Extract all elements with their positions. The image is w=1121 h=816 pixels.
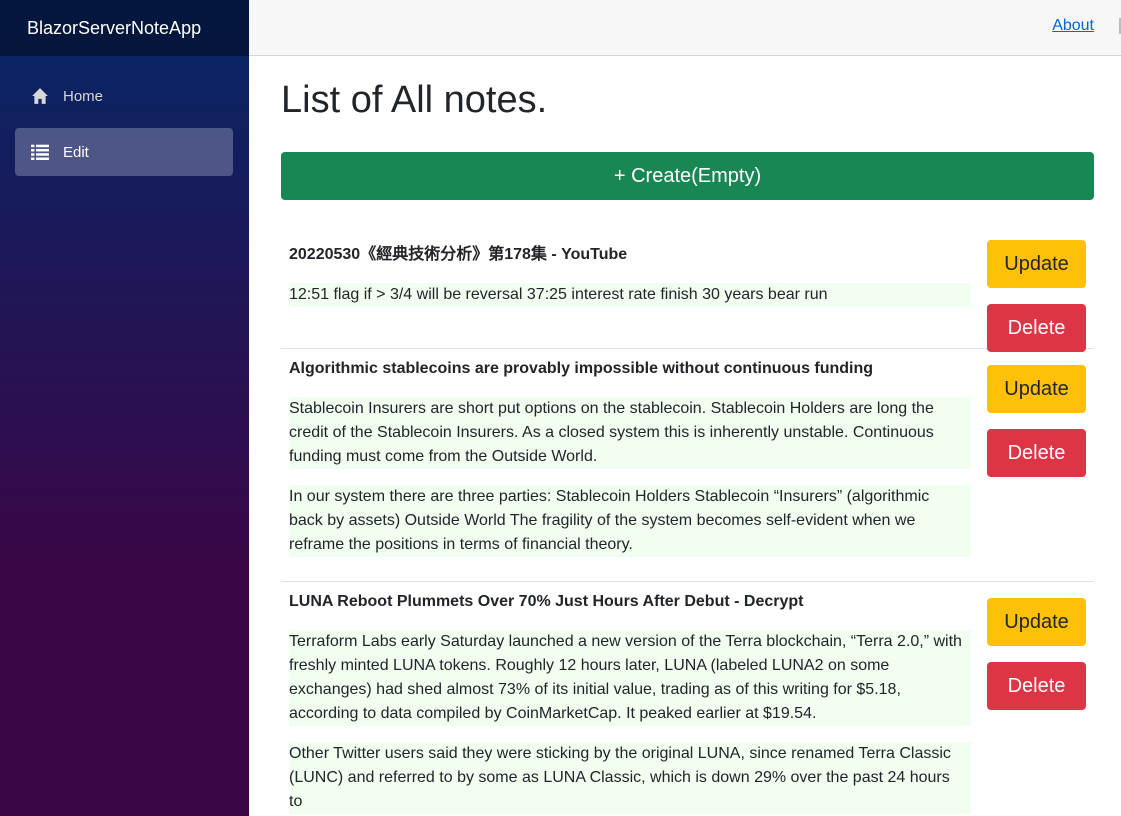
note-title: Algorithmic stablecoins are provably imp… [289,360,874,377]
nav-item-edit[interactable]: Edit [15,128,233,176]
update-button[interactable]: Update [987,598,1086,646]
note-card: Algorithmic stablecoins are provably imp… [281,349,1094,582]
note-paragraph: Stablecoin Insurers are short put option… [289,397,971,469]
top-row: About [249,0,1121,56]
app-brand[interactable]: BlazorServerNoteApp [27,18,201,39]
nav-item-home[interactable]: Home [15,72,233,120]
delete-button[interactable]: Delete [987,662,1086,710]
update-button[interactable]: Update [987,365,1086,413]
note-card: 20220530《經典技術分析》第178集 - YouTube 12:51 fl… [281,212,1094,352]
nav-item-label: Edit [63,143,89,161]
nav-item-label: Home [63,87,104,105]
note-body: 20220530《經典技術分析》第178集 - YouTube 12:51 fl… [281,243,971,307]
sidebar: BlazorServerNoteApp Home Edit [0,0,249,816]
note-paragraph: Other Twitter users said they were stick… [289,742,971,814]
note-body: LUNA Reboot Plummets Over 70% Just Hours… [281,590,971,814]
note-title: LUNA Reboot Plummets Over 70% Just Hours… [289,593,804,610]
note-paragraph: 12:51 flag if > 3/4 will be reversal 37:… [289,283,971,307]
note-paragraph: In our system there are three parties: S… [289,485,971,557]
note-paragraph: Terraform Labs early Saturday launched a… [289,630,971,726]
about-link[interactable]: About [1052,17,1094,35]
nav-menu: Home Edit [0,56,249,176]
page-title: List of All notes. [281,79,548,121]
home-icon [32,88,48,104]
note-title: 20220530《經典技術分析》第178集 - YouTube [289,246,628,263]
delete-button[interactable]: Delete [987,429,1086,477]
main-content: List of All notes. + Create(Empty) 20220… [281,56,1094,816]
update-button[interactable]: Update [987,240,1086,288]
brand-bar: BlazorServerNoteApp [0,0,249,56]
note-card: LUNA Reboot Plummets Over 70% Just Hours… [281,582,1094,816]
create-empty-button[interactable]: + Create(Empty) [281,152,1094,200]
list-icon [31,144,49,160]
delete-button[interactable]: Delete [987,304,1086,352]
note-body: Algorithmic stablecoins are provably imp… [281,357,971,557]
